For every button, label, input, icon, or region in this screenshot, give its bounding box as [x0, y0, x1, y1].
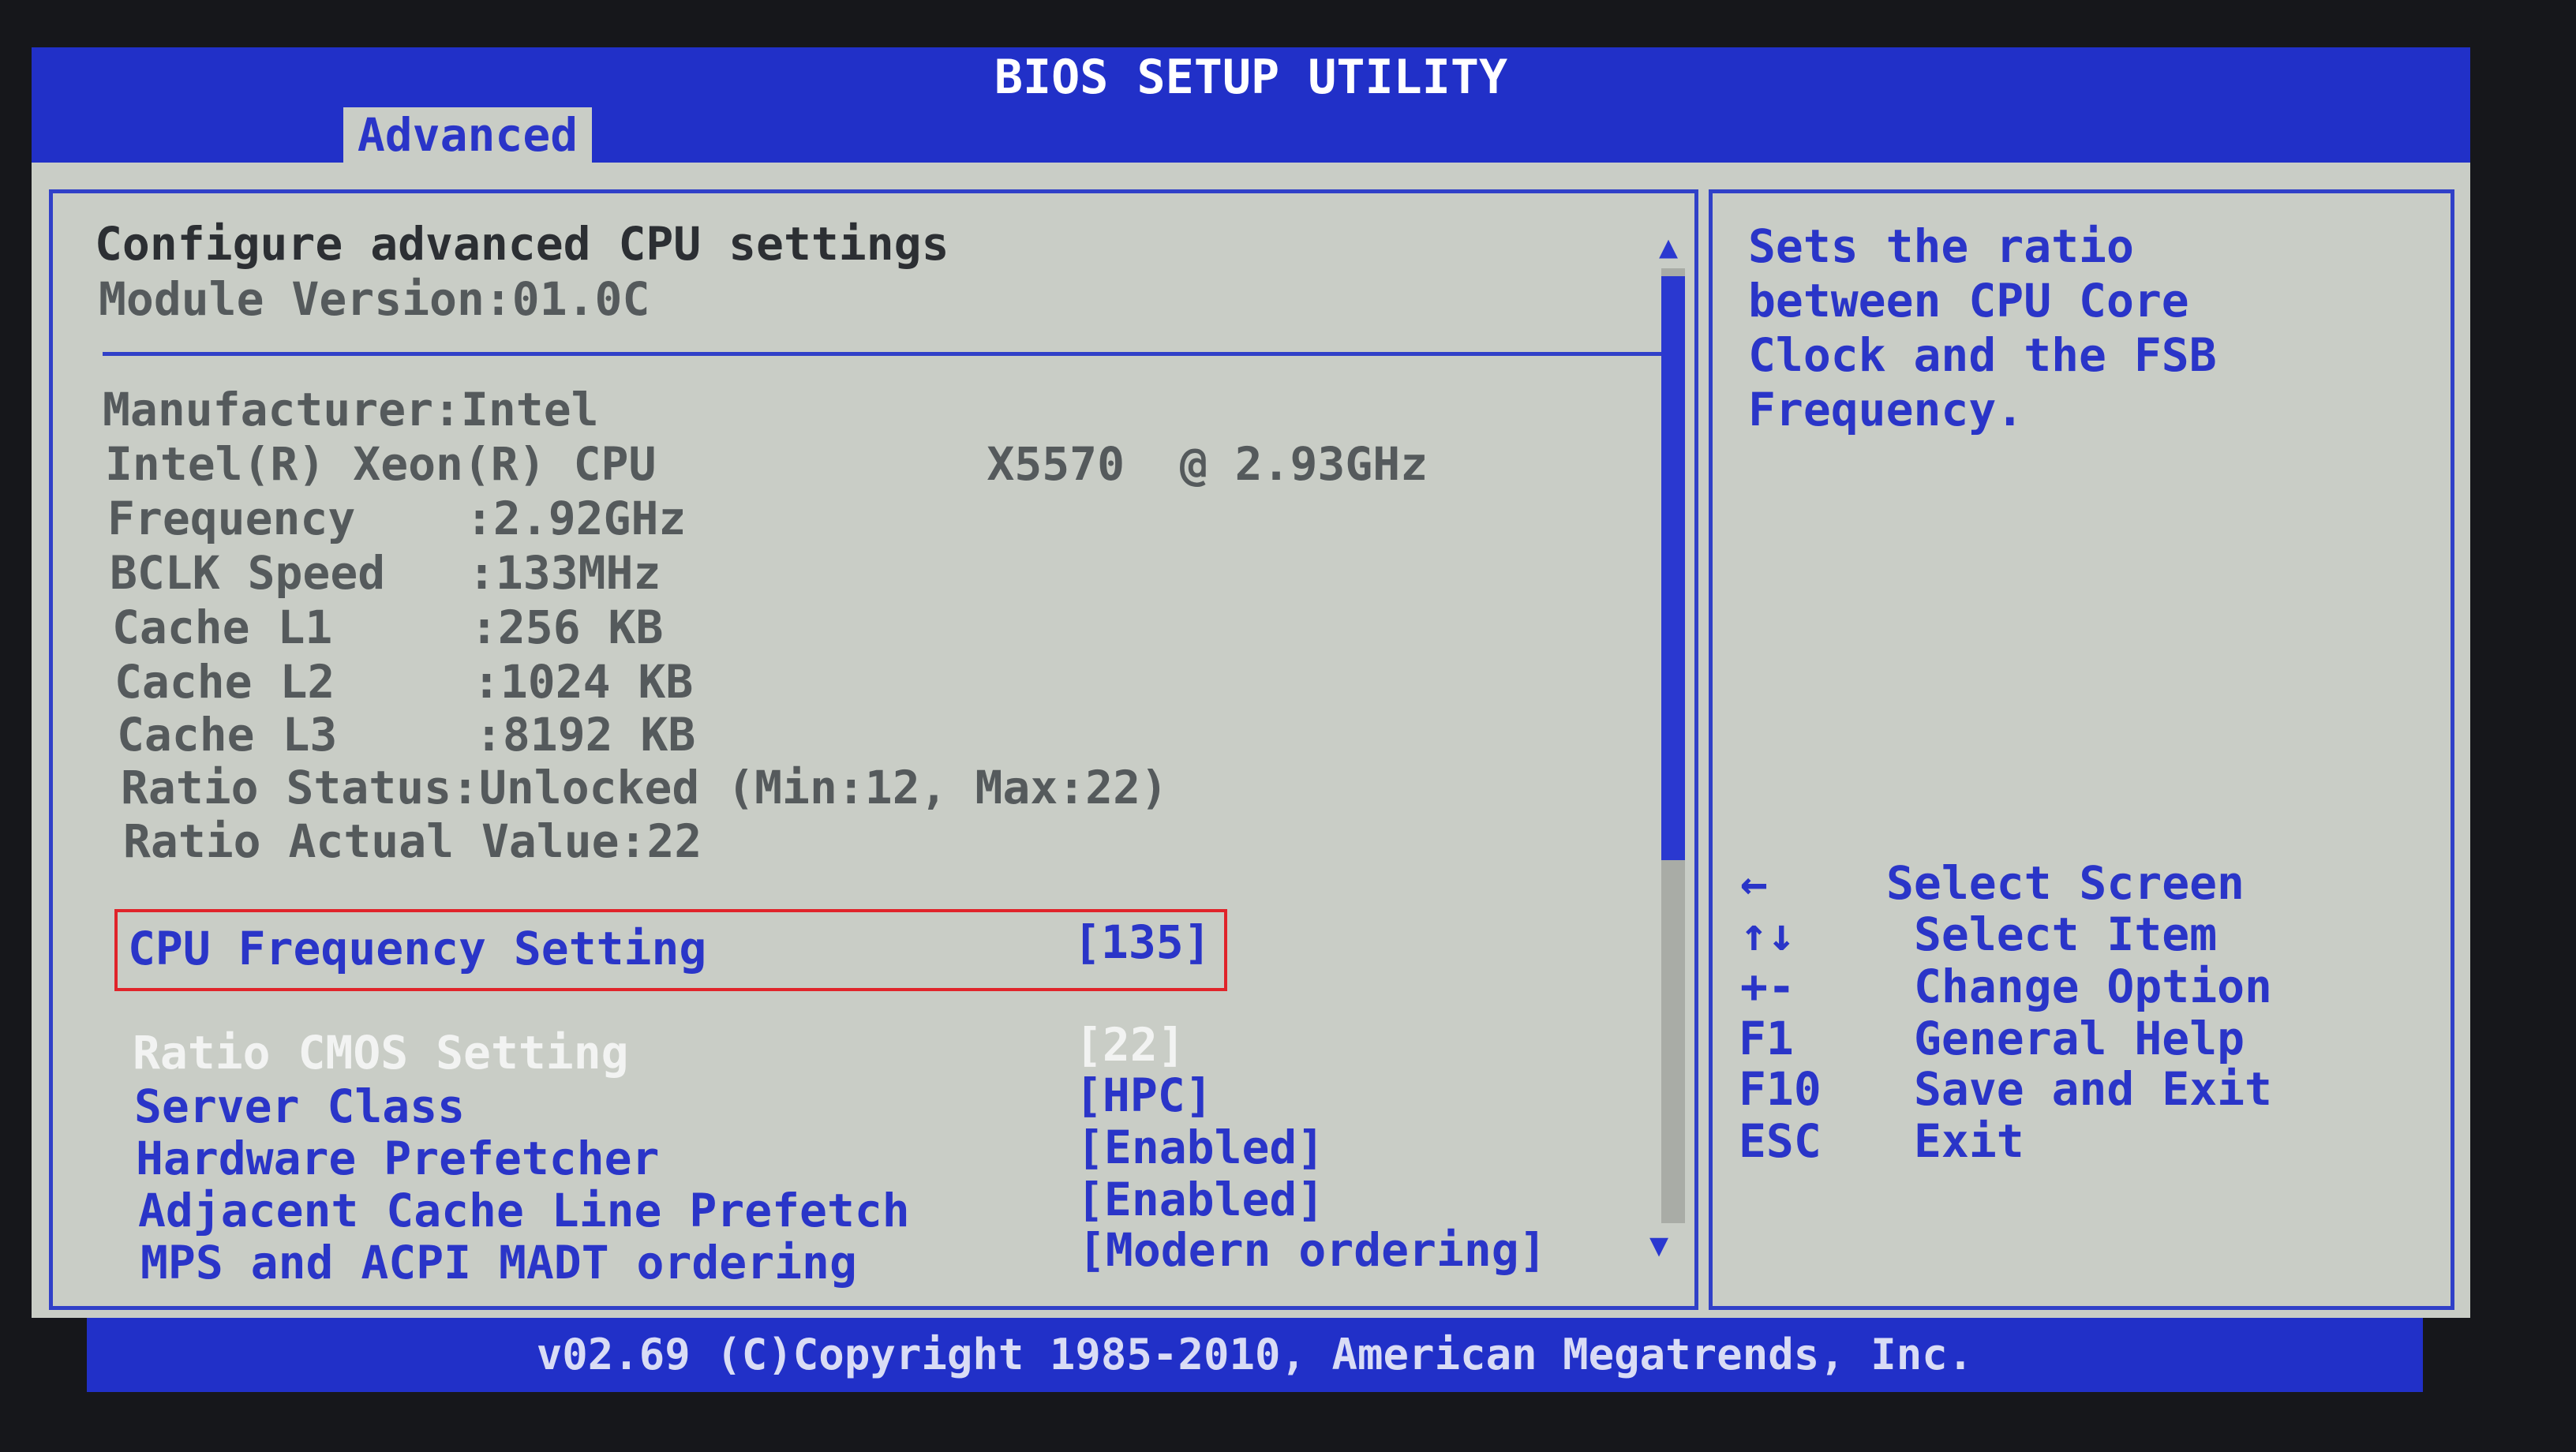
setting-mps-acpi-madt-value[interactable]: [Modern ordering]	[1078, 1223, 1547, 1277]
setting-hardware-prefetcher-value[interactable]: [Enabled]	[1076, 1121, 1324, 1174]
key-action: Exit	[1914, 1114, 2024, 1168]
help-line: Frequency.	[1748, 383, 2024, 436]
page-heading: Configure advanced CPU settings	[95, 217, 949, 271]
cpu-frequency: Frequency :2.92GHz	[107, 492, 686, 545]
help-line: between CPU Core	[1748, 274, 2189, 327]
setting-cpu-frequency-value[interactable]: [135]	[1073, 915, 1211, 969]
bclk-speed: BCLK Speed :133MHz	[110, 546, 661, 600]
key-f1: F1	[1739, 1012, 1794, 1065]
help-line: Sets the ratio	[1748, 219, 2134, 273]
cpu-model: Intel(R) Xeon(R) CPU X5570 @ 2.93GHz	[105, 437, 1428, 491]
setting-adjacent-cache-line[interactable]: Adjacent Cache Line Prefetch	[138, 1184, 910, 1237]
scroll-down-icon[interactable]: ▼	[1649, 1227, 1668, 1263]
key-f10: F10	[1739, 1062, 1822, 1116]
setting-server-class-value[interactable]: [HPC]	[1075, 1068, 1213, 1122]
cache-l3: Cache L3 :8192 KB	[117, 708, 695, 762]
key-action: Change Option	[1914, 960, 2272, 1013]
setting-adjacent-cache-line-value[interactable]: [Enabled]	[1076, 1173, 1324, 1226]
key-esc: ESC	[1739, 1114, 1822, 1168]
cpu-manufacturer: Manufacturer:Intel	[103, 383, 599, 436]
scrollbar-thumb[interactable]	[1661, 276, 1685, 860]
cache-l2: Cache L2 :1024 KB	[114, 655, 693, 709]
key-action: Save and Exit	[1914, 1062, 2272, 1116]
setting-ratio-cmos-value: [22]	[1075, 1018, 1185, 1072]
setting-cpu-frequency[interactable]: CPU Frequency Setting	[128, 922, 706, 975]
tab-advanced[interactable]: Advanced	[343, 107, 592, 163]
copyright-footer: v02.69 (C)Copyright 1985-2010, American …	[87, 1318, 2423, 1392]
key-action: Select Item	[1914, 908, 2217, 961]
key-up-down-icon: ↑↓	[1740, 908, 1795, 961]
module-version: Module Version:01.0C	[99, 272, 650, 326]
help-line: Clock and the FSB	[1748, 328, 2217, 382]
setting-server-class[interactable]: Server Class	[134, 1080, 465, 1133]
ratio-actual-value: Ratio Actual Value:22	[123, 814, 702, 868]
key-action: Select Screen	[1886, 856, 2245, 910]
scroll-up-icon[interactable]: ▲	[1659, 229, 1678, 265]
ratio-status: Ratio Status:Unlocked (Min:12, Max:22)	[121, 761, 1168, 814]
cache-l1: Cache L1 :256 KB	[112, 601, 663, 654]
setting-mps-acpi-madt[interactable]: MPS and ACPI MADT ordering	[140, 1236, 857, 1289]
title-bar: BIOS SETUP UTILITY	[32, 47, 2470, 107]
divider	[103, 352, 1661, 356]
setting-hardware-prefetcher[interactable]: Hardware Prefetcher	[136, 1132, 659, 1185]
key-action: General Help	[1914, 1012, 2245, 1065]
key-plus-minus: +-	[1740, 960, 1795, 1013]
setting-ratio-cmos: Ratio CMOS Setting	[133, 1026, 629, 1080]
key-left-arrow-icon: ←	[1740, 856, 1768, 910]
